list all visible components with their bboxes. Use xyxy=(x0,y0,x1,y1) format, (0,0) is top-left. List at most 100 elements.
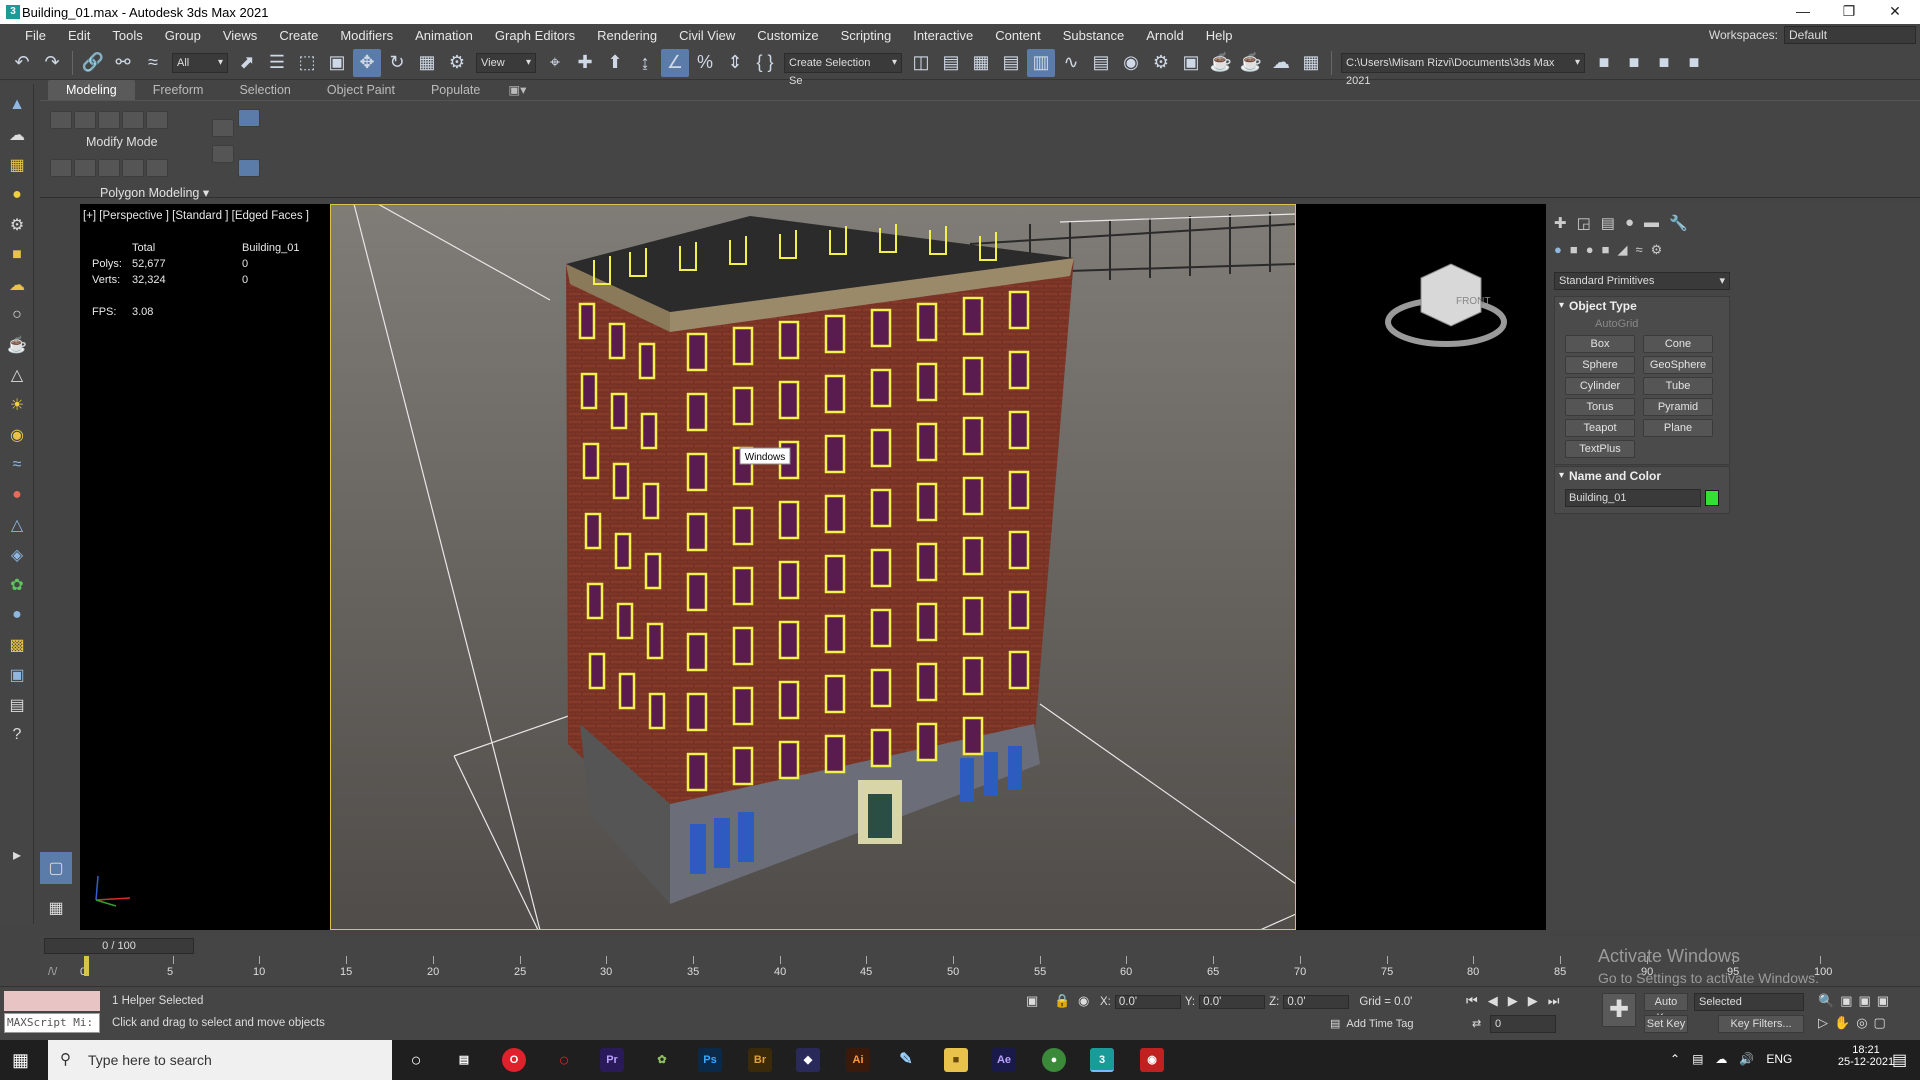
z-coordinate-field[interactable]: 0.0' xyxy=(1283,995,1350,1009)
render-cloud-icon[interactable]: ☁ xyxy=(1267,49,1295,77)
selection-filter-dropdown[interactable]: All xyxy=(172,52,228,73)
teapot-button[interactable]: Teapot xyxy=(1565,419,1635,437)
ribbon-tool-button[interactable] xyxy=(122,111,144,129)
helpers-icon[interactable]: ◢ xyxy=(1617,242,1627,258)
unlink-icon[interactable]: ⚯ xyxy=(109,49,137,77)
taskbar-search-box[interactable]: ⚲ Type here to search xyxy=(48,1040,392,1080)
field-of-view-icon[interactable]: ▷ xyxy=(1818,1015,1828,1031)
bones-icon[interactable]: △ xyxy=(6,514,28,536)
menu-views[interactable]: Views xyxy=(212,28,268,43)
sun-icon[interactable]: ☀ xyxy=(6,394,28,416)
ribbon-options-icon[interactable]: ▣▾ xyxy=(498,80,536,100)
play-icon[interactable]: ▶ xyxy=(1508,993,1518,1009)
menu-customize[interactable]: Customize xyxy=(746,28,829,43)
globe-icon[interactable]: ◈ xyxy=(6,544,28,566)
material-editor-icon[interactable]: ◉ xyxy=(1117,49,1145,77)
menu-scripting[interactable]: Scripting xyxy=(830,28,903,43)
clock[interactable]: 18:21 25-12-2021 xyxy=(1836,1044,1896,1068)
box-button[interactable]: Box xyxy=(1565,335,1635,353)
space-warps-icon[interactable]: ≈ xyxy=(1635,242,1642,258)
previous-frame-icon[interactable]: ◀ xyxy=(1488,993,1498,1009)
textplus-button[interactable]: TextPlus xyxy=(1565,440,1635,458)
ribbon-tool-button[interactable] xyxy=(238,159,260,177)
notifications-icon[interactable]: ▤ xyxy=(1892,1050,1907,1070)
materials-icon[interactable]: ▩ xyxy=(6,634,28,656)
bind-space-warp-icon[interactable]: ≈ xyxy=(139,49,167,77)
motion-icon[interactable]: ● xyxy=(6,184,28,206)
perspective-viewport[interactable]: Windows xyxy=(330,204,1296,930)
illustrator-icon[interactable]: Ai xyxy=(846,1048,870,1072)
expand-arrow-icon[interactable]: ▸ xyxy=(6,844,28,866)
language-indicator[interactable]: ENG xyxy=(1766,1052,1792,1066)
app-icon-green[interactable]: ✿ xyxy=(650,1048,674,1072)
utilities-icon[interactable]: ■ xyxy=(6,244,28,266)
motion-tab-icon[interactable]: ● xyxy=(1625,214,1634,232)
maxscript-listener[interactable] xyxy=(4,991,100,1011)
ref-coord-dropdown[interactable]: View xyxy=(476,52,536,73)
render-setup-icon[interactable]: ⚙ xyxy=(1147,49,1175,77)
selection-set-dropdown[interactable]: Create Selection Se xyxy=(784,52,902,87)
select-move-icon[interactable]: ✥ xyxy=(353,48,381,77)
percent-snap-icon[interactable]: % xyxy=(691,49,719,77)
help-icon[interactable]: ? xyxy=(6,724,28,746)
cylinder-button[interactable]: Cylinder xyxy=(1565,377,1635,395)
set-key-button[interactable]: Set Key xyxy=(1644,1015,1688,1033)
rect-selection-icon[interactable]: ⬚ xyxy=(293,49,321,77)
menu-group[interactable]: Group xyxy=(154,28,212,43)
opera-icon[interactable]: O xyxy=(502,1048,526,1072)
cloud-icon[interactable]: ☁ xyxy=(6,274,28,296)
menu-tools[interactable]: Tools xyxy=(101,28,153,43)
zoom-all-icon[interactable]: ▣ xyxy=(1840,993,1852,1009)
object-type-header[interactable]: Object Type xyxy=(1555,297,1729,315)
select-rotate-icon[interactable]: ↻ xyxy=(383,49,411,77)
isolate-selection-icon[interactable]: ▣ xyxy=(1026,993,1038,1009)
set-project-icon[interactable]: ■ xyxy=(1620,49,1648,77)
select-manipulate-icon[interactable]: ✚ xyxy=(571,49,599,77)
geometry-icon[interactable]: ● xyxy=(1554,242,1562,258)
time-slider[interactable]: 0 / 100 xyxy=(44,938,194,954)
menu-animation[interactable]: Animation xyxy=(404,28,484,43)
create-project-icon[interactable]: ■ xyxy=(1650,49,1678,77)
menu-graph-editors[interactable]: Graph Editors xyxy=(484,28,586,43)
minimize-button[interactable]: — xyxy=(1780,0,1826,24)
key-filters-button[interactable]: Key Filters... xyxy=(1718,1015,1804,1033)
orbit-icon[interactable]: ◎ xyxy=(1856,1015,1867,1031)
menu-civil-view[interactable]: Civil View xyxy=(668,28,746,43)
pyramid-button[interactable]: Pyramid xyxy=(1643,398,1713,416)
briefcase-icon[interactable]: ▤ xyxy=(6,694,28,716)
cone-button[interactable]: Cone xyxy=(1643,335,1713,353)
restore-button[interactable]: ❐ xyxy=(1826,0,1872,24)
render-iterative-icon[interactable]: ☕ xyxy=(1237,49,1265,77)
ribbon-tool-button[interactable] xyxy=(238,109,260,127)
window-crossing-icon[interactable]: ▣ xyxy=(323,49,351,77)
utilities-tab-icon[interactable]: 🔧 xyxy=(1669,214,1688,232)
hierarchy-icon[interactable]: ▦ xyxy=(6,154,28,176)
shapes-icon[interactable]: ■ xyxy=(1570,242,1578,258)
geosphere-button[interactable]: GeoSphere xyxy=(1643,356,1713,374)
systems-icon[interactable]: ⚙ xyxy=(1651,242,1663,258)
tab-selection[interactable]: Selection xyxy=(221,80,308,100)
project-path-dropdown[interactable]: C:\Users\Misam Rizvi\Documents\3ds Max 2… xyxy=(1341,52,1585,87)
ribbon-tool-button[interactable] xyxy=(50,111,72,129)
angle-snap-icon[interactable]: ∠ xyxy=(661,48,689,77)
menu-edit[interactable]: Edit xyxy=(57,28,101,43)
cameras-icon[interactable]: ■ xyxy=(1602,242,1610,258)
object-name-field[interactable]: Building_01 xyxy=(1565,489,1701,507)
current-frame-marker[interactable] xyxy=(84,956,89,976)
menu-modifiers[interactable]: Modifiers xyxy=(329,28,404,43)
target-icon[interactable]: ◉ xyxy=(6,424,28,446)
volume-icon[interactable]: 🔊 xyxy=(1739,1052,1754,1066)
display-tab-icon[interactable]: ▬ xyxy=(1644,214,1659,232)
screen-recorder-icon[interactable]: ◉ xyxy=(1140,1048,1164,1072)
render-production-icon[interactable]: ☕ xyxy=(1207,49,1235,77)
primitive-category-dropdown[interactable]: Standard Primitives xyxy=(1554,272,1730,290)
polygon-modeling-dropdown[interactable]: Polygon Modeling ▾ xyxy=(100,185,209,200)
tray-chevron-icon[interactable]: ⌃ xyxy=(1670,1052,1680,1066)
tab-populate[interactable]: Populate xyxy=(413,80,498,100)
create-icon[interactable]: ▲ xyxy=(6,94,28,116)
ribbon-tool-button[interactable] xyxy=(122,159,144,177)
go-to-end-icon[interactable]: ⏭ xyxy=(1548,993,1560,1009)
single-viewport-icon[interactable]: ▢ xyxy=(40,852,72,884)
particles-icon[interactable]: ≈ xyxy=(6,454,28,476)
menu-interactive[interactable]: Interactive xyxy=(902,28,984,43)
